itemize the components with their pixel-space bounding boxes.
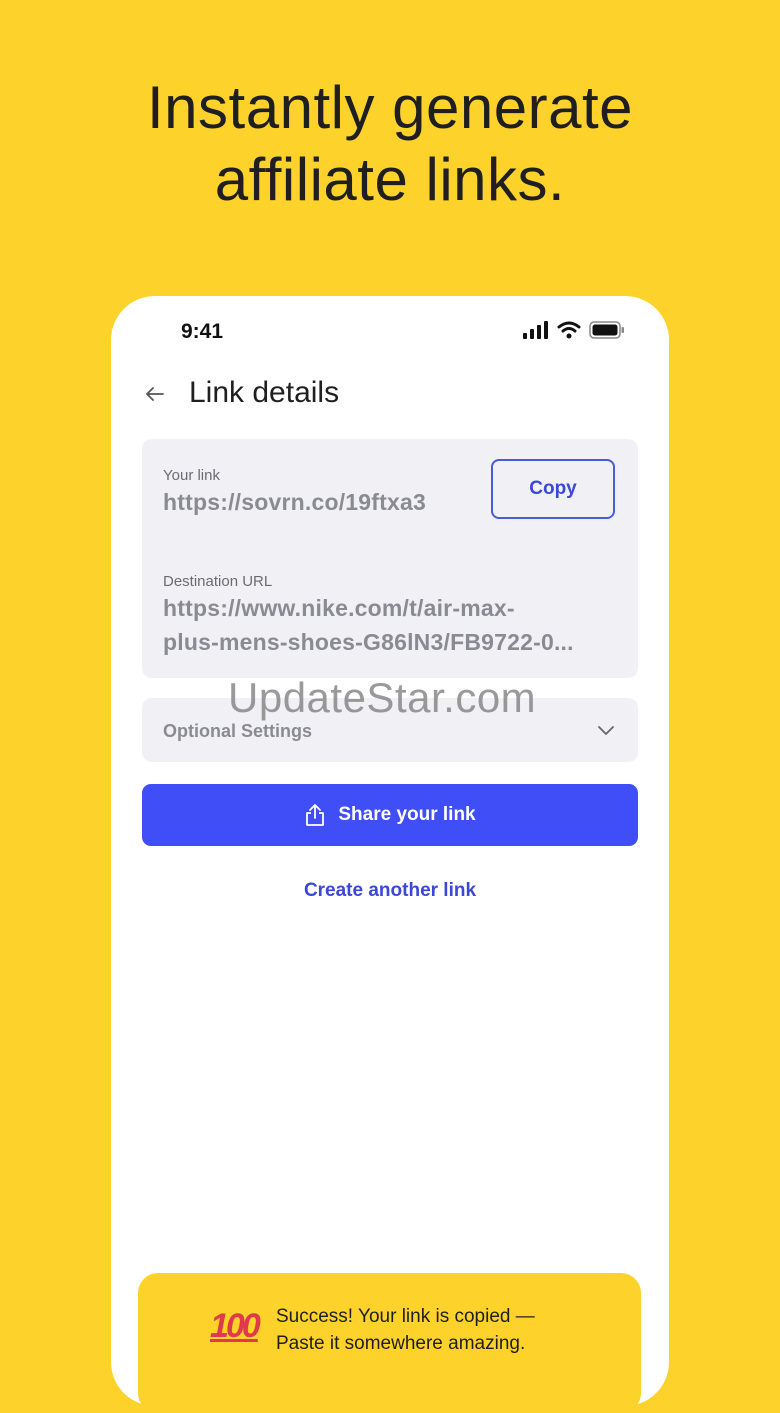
copy-button[interactable]: Copy [491, 459, 615, 519]
your-link-label: Your link [163, 467, 220, 484]
share-icon [306, 804, 325, 826]
headline-line-1: Instantly generate [147, 74, 633, 141]
destination-url-line-2: plus-mens-shoes-G86lN3/FB9722-0... [163, 629, 574, 655]
create-another-link[interactable]: Create another link [111, 880, 669, 902]
page-title: Link details [189, 376, 340, 409]
battery-icon [589, 321, 624, 339]
back-button[interactable] [143, 382, 167, 406]
headline-line-2: affiliate links. [214, 146, 566, 213]
status-time: 9:41 [181, 320, 224, 343]
toast-message: Success! Your link is copied — Paste it … [276, 1303, 535, 1357]
chevron-down-icon [598, 726, 614, 735]
status-icons [523, 320, 625, 340]
watermark: UpdateStar.com [228, 674, 537, 721]
toast-line-1: Success! Your link is copied — [276, 1306, 535, 1327]
share-link-label: Share your link [338, 804, 476, 825]
optional-settings-label: Optional Settings [163, 721, 313, 741]
link-details-card: Your link https://sovrn.co/19ftxa3 Copy … [142, 439, 638, 678]
headline: Instantly generate affiliate links. [0, 72, 780, 216]
destination-url-line-1: https://www.nike.com/t/air-max- [163, 595, 515, 621]
wifi-icon [557, 321, 581, 339]
phone-frame: 9:41 Link details Your link https://sovr… [111, 296, 669, 1406]
back-arrow-icon [146, 387, 164, 401]
destination-url-label: Destination URL [163, 573, 273, 590]
your-link-value: https://sovrn.co/19ftxa3 [163, 489, 426, 515]
nav-bar: Link details [111, 370, 669, 420]
signal-icon [523, 321, 548, 339]
toast-line-2: Paste it somewhere amazing. [276, 1333, 526, 1354]
share-link-button[interactable]: Share your link [142, 784, 638, 846]
status-bar: 9:41 [111, 296, 669, 366]
hundred-points-icon: 100 [210, 1307, 261, 1345]
success-toast: 100 Success! Your link is copied — Paste… [138, 1273, 641, 1413]
